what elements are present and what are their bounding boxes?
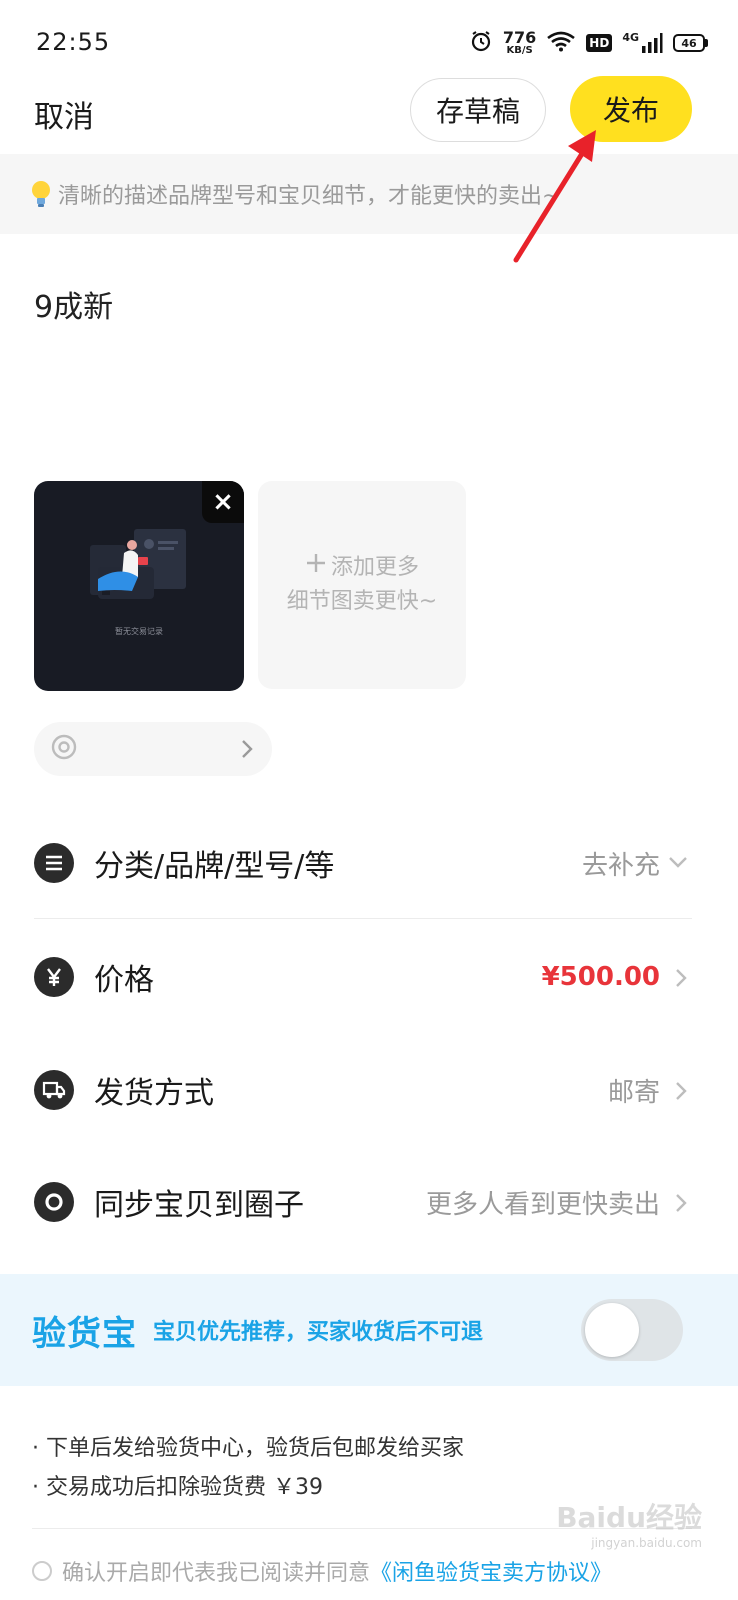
sync-label: 同步宝贝到圈子 bbox=[94, 1188, 304, 1223]
inspection-subtitle: 宝贝优先推荐，买家收货后不可退 bbox=[153, 1320, 484, 1345]
category-value: 去补充 bbox=[581, 850, 660, 881]
chevron-right-icon bbox=[240, 737, 254, 765]
cancel-button[interactable]: 取消 bbox=[34, 92, 94, 136]
price-row[interactable]: 价格 ¥500.00 bbox=[34, 932, 692, 1022]
agreement-row[interactable]: 确认开启即代表我已阅读并同意 《闲鱼验货宝卖方协议》 bbox=[32, 1556, 612, 1586]
agreement-radio[interactable] bbox=[32, 1561, 52, 1581]
tip-text: 清晰的描述品牌型号和宝贝细节，才能更快的卖出~ bbox=[58, 184, 561, 209]
chevron-right-icon bbox=[674, 1191, 688, 1219]
add-photo-hint: 细节图卖更快~ bbox=[286, 589, 438, 614]
status-bar: 22:55 776 KB/S HD 4G 46 bbox=[0, 0, 738, 76]
circle-dot-icon bbox=[34, 1182, 74, 1222]
alarm-icon bbox=[469, 29, 493, 57]
inspection-brand: 验货宝 bbox=[32, 1313, 137, 1354]
publish-button[interactable]: 发布 bbox=[570, 76, 692, 142]
chevron-down-icon bbox=[668, 854, 688, 873]
save-draft-button[interactable]: 存草稿 bbox=[410, 78, 546, 142]
top-nav: 取消 存草稿 发布 bbox=[0, 76, 738, 152]
info-line: · 交易成功后扣除验货费 ￥39 bbox=[32, 1475, 323, 1500]
item-description[interactable]: 9成新 bbox=[34, 282, 113, 326]
add-photo-label: 添加更多 bbox=[330, 555, 419, 580]
chevron-right-icon bbox=[674, 966, 688, 994]
plus-icon bbox=[305, 551, 327, 585]
inspection-toggle[interactable] bbox=[581, 1299, 683, 1361]
status-icons: 776 KB/S HD 4G 46 bbox=[469, 26, 708, 60]
remove-photo-button[interactable]: × bbox=[202, 481, 244, 523]
price-label: 价格 bbox=[94, 963, 154, 998]
battery-indicator: 46 bbox=[673, 34, 708, 52]
info-line: · 下单后发给验货中心，验货后包邮发给买家 bbox=[32, 1436, 464, 1461]
location-selector[interactable] bbox=[34, 722, 272, 776]
inspection-panel: 验货宝 宝贝优先推荐，买家收货后不可退 bbox=[0, 1274, 738, 1386]
agreement-text: 确认开启即代表我已阅读并同意 bbox=[62, 1561, 371, 1586]
shipping-row[interactable]: 发货方式 邮寄 bbox=[34, 1045, 692, 1135]
signal-icon: 4G bbox=[622, 32, 663, 54]
shipping-label: 发货方式 bbox=[94, 1076, 214, 1111]
watermark: Baidu经验 bbox=[556, 1501, 702, 1534]
list-icon bbox=[34, 843, 74, 883]
sync-value: 更多人看到更快卖出 bbox=[425, 1189, 660, 1220]
shipping-value: 邮寄 bbox=[607, 1077, 660, 1108]
status-time: 22:55 bbox=[36, 28, 111, 56]
price-value: ¥500.00 bbox=[541, 962, 660, 992]
toggle-knob bbox=[585, 1303, 639, 1357]
truck-icon bbox=[34, 1070, 74, 1110]
network-speed: 776 KB/S bbox=[502, 28, 537, 56]
lightbulb-icon bbox=[30, 179, 54, 209]
add-photo-button[interactable]: 添加更多 细节图卖更快~ bbox=[258, 481, 466, 689]
category-label: 分类/品牌/型号/等 bbox=[94, 849, 335, 884]
yen-icon bbox=[34, 957, 74, 997]
hd-badge: HD bbox=[586, 34, 613, 52]
tip-bar: 清晰的描述品牌型号和宝贝细节，才能更快的卖出~ bbox=[0, 154, 738, 234]
wifi-icon bbox=[546, 30, 576, 56]
agreement-link[interactable]: 《闲鱼验货宝卖方协议》 bbox=[370, 1555, 612, 1587]
chevron-right-icon bbox=[674, 1079, 688, 1107]
location-pin-icon bbox=[50, 733, 78, 765]
photo-caption: 暂无交易记录 bbox=[115, 627, 163, 636]
row-divider bbox=[34, 918, 692, 919]
sync-row[interactable]: 同步宝贝到圈子 更多人看到更快卖出 bbox=[34, 1157, 692, 1247]
category-row[interactable]: 分类/品牌/型号/等 去补充 bbox=[34, 818, 692, 908]
photo-thumbnail[interactable]: 暂无交易记录 × bbox=[34, 481, 244, 691]
watermark-url: jingyan.baidu.com bbox=[591, 1536, 702, 1550]
